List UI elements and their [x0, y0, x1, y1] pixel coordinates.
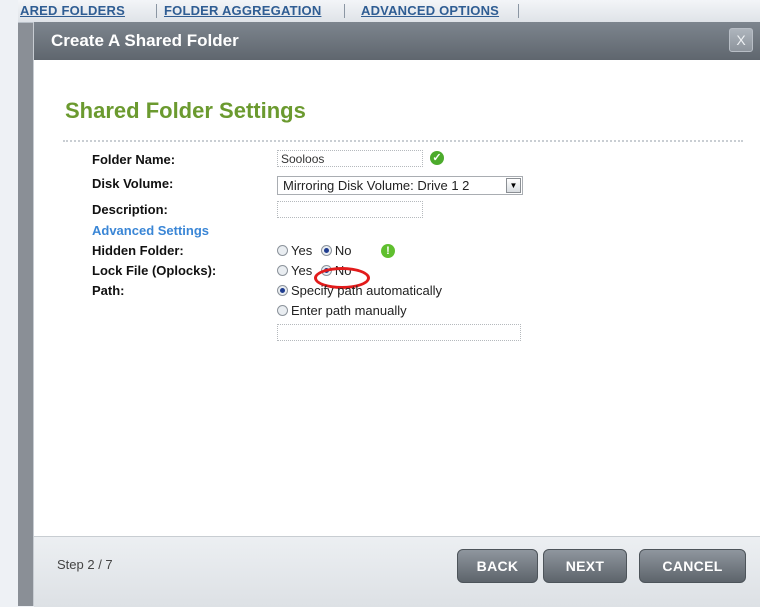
info-icon[interactable]: ! [381, 244, 395, 258]
tab-folder-aggregation[interactable]: FOLDER AGGREGATION [164, 3, 321, 18]
back-button[interactable]: BACK [457, 549, 538, 583]
tab-shared-folders[interactable]: ARED FOLDERS [20, 3, 125, 18]
hidden-folder-yes-radio[interactable] [277, 245, 288, 256]
tab-separator [518, 4, 519, 18]
create-shared-folder-dialog: Create A Shared Folder X Shared Folder S… [33, 22, 760, 607]
background-tab-bar: ARED FOLDERS FOLDER AGGREGATION ADVANCED… [18, 0, 760, 23]
close-icon: X [736, 32, 746, 48]
close-button[interactable]: X [729, 28, 753, 52]
advanced-settings-link[interactable]: Advanced Settings [92, 223, 209, 238]
section-title: Shared Folder Settings [65, 98, 306, 123]
dialog-titlebar: Create A Shared Folder X [34, 22, 760, 60]
lock-file-label: Lock File (Oplocks): [92, 263, 217, 278]
folder-name-input[interactable]: Sooloos [277, 150, 423, 167]
lock-file-yes-label: Yes [291, 263, 313, 278]
path-manual-option: Enter path manually [277, 303, 407, 319]
lock-file-yes-radio[interactable] [277, 265, 288, 276]
cancel-button[interactable]: CANCEL [639, 549, 746, 583]
hidden-folder-no-label: No [334, 243, 352, 258]
disk-volume-label: Disk Volume: [92, 176, 174, 191]
section-divider [63, 140, 743, 142]
hidden-folder-label: Hidden Folder: [92, 243, 184, 258]
path-label: Path: [92, 283, 125, 298]
path-auto-option: Specify path automatically [277, 283, 442, 299]
description-label: Description: [92, 202, 168, 217]
valid-check-icon: ✓ [430, 151, 444, 165]
hidden-folder-options: Yes No [277, 243, 351, 259]
path-auto-label: Specify path automatically [291, 283, 443, 298]
dialog-content: Shared Folder Settings Folder Name: Sool… [34, 60, 760, 536]
dialog-footer: Step 2 / 7 BACK NEXT CANCEL [34, 536, 760, 607]
dialog-title: Create A Shared Folder [51, 31, 239, 50]
step-indicator: Step 2 / 7 [57, 557, 113, 572]
path-manual-label: Enter path manually [291, 303, 407, 318]
hidden-folder-yes-label: Yes [291, 243, 313, 258]
path-auto-radio[interactable] [277, 285, 288, 296]
tab-separator [344, 4, 345, 18]
next-button[interactable]: NEXT [543, 549, 627, 583]
tab-advanced-options[interactable]: ADVANCED OPTIONS [361, 3, 499, 18]
disk-volume-value: Mirroring Disk Volume: Drive 1 2 [283, 178, 470, 193]
folder-name-label: Folder Name: [92, 152, 176, 167]
path-manual-input[interactable] [277, 324, 521, 341]
disk-volume-select[interactable]: Mirroring Disk Volume: Drive 1 2 ▼ [277, 176, 523, 195]
hidden-folder-no-radio[interactable] [320, 245, 332, 256]
tab-separator [156, 4, 157, 18]
description-input[interactable] [277, 201, 423, 218]
path-manual-radio[interactable] [277, 305, 288, 316]
chevron-down-icon[interactable]: ▼ [506, 178, 521, 193]
